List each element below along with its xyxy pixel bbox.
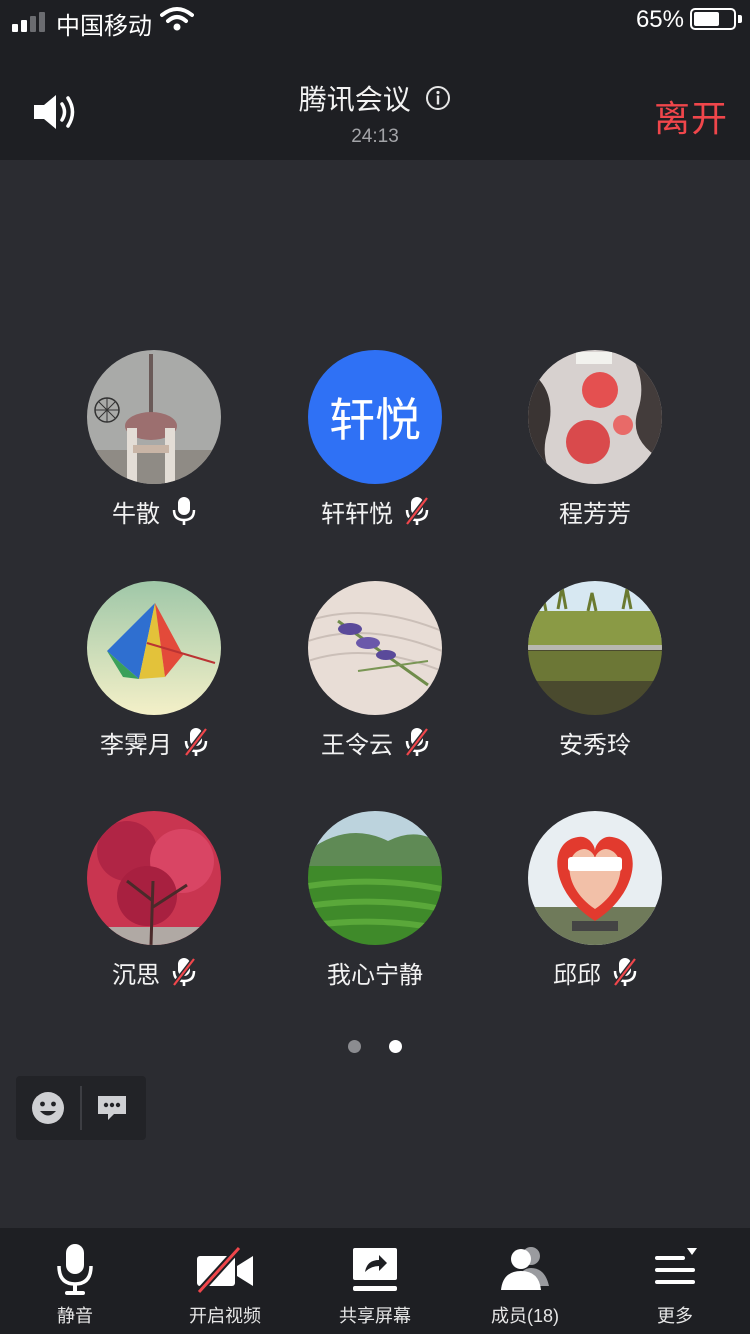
page-dot-2[interactable] — [389, 1040, 403, 1053]
participant-tile[interactable]: 李霁月 — [34, 581, 274, 781]
video-off-icon — [196, 1245, 253, 1295]
participant-tile[interactable]: 邱邱 — [475, 811, 715, 1011]
participant-tile[interactable]: 王令云 — [255, 581, 495, 781]
participant-name: 牛散 — [112, 500, 160, 528]
participant-name-row: 轩轩悦 — [255, 494, 495, 528]
participant-name-row: 安秀玲 — [475, 725, 715, 759]
microphone-muted-icon — [405, 496, 429, 526]
divider — [80, 1086, 82, 1130]
mute-label: 静音 — [57, 1306, 93, 1326]
avatar — [308, 581, 442, 715]
participant-name: 轩轩悦 — [321, 500, 393, 528]
participant-tile[interactable]: 牛散 — [34, 350, 274, 550]
microphone-muted-icon — [172, 957, 196, 987]
participant-tile[interactable]: 轩悦 轩轩悦 — [255, 350, 495, 550]
lake-photo — [528, 581, 662, 715]
status-bar: 中国移动 65% — [0, 0, 750, 40]
cellular-signal-icon — [12, 10, 46, 32]
meeting-header: 腾讯会议 24:13 离开 — [0, 40, 750, 160]
avatar — [87, 350, 221, 484]
microphone-muted-icon — [613, 957, 637, 987]
participant-name-row: 邱邱 — [475, 955, 715, 989]
avatar — [528, 811, 662, 945]
participant-name: 王令云 — [321, 731, 393, 759]
meeting-title-row: 腾讯会议 — [0, 78, 750, 118]
avatar — [308, 811, 442, 945]
battery-icon — [690, 8, 736, 30]
participant-name: 安秀玲 — [559, 731, 631, 759]
meeting-toolbar: 静音 开启视频 共享屏幕 成员(18) 更多 — [0, 1228, 750, 1334]
participant-name: 沉思 — [112, 961, 160, 989]
red-tree-photo — [87, 811, 221, 945]
share-screen-icon — [353, 1248, 397, 1291]
participant-name-row: 牛散 — [34, 494, 274, 528]
page-dot-1[interactable] — [347, 1040, 361, 1053]
sculpture-photo — [528, 811, 662, 945]
emoji-icon[interactable] — [31, 1091, 65, 1125]
participant-name-row: 王令云 — [255, 725, 495, 759]
participant-name-row: 程芳芳 — [475, 494, 715, 528]
more-label: 更多 — [657, 1306, 693, 1326]
share-screen-label: 共享屏幕 — [339, 1306, 411, 1326]
tower-photo — [87, 350, 221, 484]
avatar-initials: 轩悦 — [308, 350, 442, 484]
participant-tile[interactable]: 我心宁静 — [255, 811, 495, 1011]
participant-tile[interactable]: 沉思 — [34, 811, 274, 1011]
start-video-label: 开启视频 — [189, 1306, 261, 1326]
microphone-on-icon — [172, 497, 196, 525]
avatar: 轩悦 — [308, 350, 442, 484]
meeting-title: 腾讯会议 — [298, 84, 411, 115]
tea-field-photo — [308, 811, 442, 945]
fabric-photo — [528, 350, 662, 484]
microphone-muted-icon — [405, 727, 429, 757]
lavender-photo — [308, 581, 442, 715]
battery-nub — [738, 15, 742, 23]
avatar — [528, 350, 662, 484]
participant-name-row: 我心宁静 — [255, 955, 495, 989]
mute-button[interactable]: 静音 — [0, 1228, 150, 1334]
info-icon[interactable] — [425, 85, 451, 111]
participant-grid: 牛散 轩悦 轩轩悦 程芳芳 李霁月 王令云 安秀玲 沉思 我心宁静 邱邱 — [0, 350, 750, 1010]
more-button[interactable]: 更多 — [600, 1228, 750, 1334]
meeting-timer: 24:13 — [351, 126, 399, 147]
members-label: 成员(18) — [490, 1306, 559, 1326]
participant-name: 李霁月 — [100, 731, 172, 759]
participant-tile[interactable]: 安秀玲 — [475, 581, 715, 781]
microphone-muted-icon — [184, 727, 208, 757]
wifi-icon — [160, 7, 194, 31]
members-icon — [501, 1247, 549, 1290]
participant-name: 邱邱 — [553, 961, 601, 989]
battery-fill — [694, 12, 719, 26]
participant-tile[interactable]: 程芳芳 — [475, 350, 715, 550]
members-button[interactable]: 成员(18) — [450, 1228, 600, 1334]
carrier-name: 中国移动 — [56, 13, 152, 40]
chat-bubble-icon[interactable] — [96, 1092, 128, 1124]
start-video-button[interactable]: 开启视频 — [150, 1228, 300, 1334]
participant-name: 我心宁静 — [327, 961, 423, 989]
battery-percent: 65% — [635, 6, 684, 33]
umbrella-photo — [87, 581, 221, 715]
leave-button[interactable]: 离开 — [654, 90, 728, 142]
avatar — [528, 581, 662, 715]
participant-name-row: 李霁月 — [34, 725, 274, 759]
microphone-icon — [57, 1244, 93, 1295]
avatar — [87, 581, 221, 715]
share-screen-button[interactable]: 共享屏幕 — [300, 1228, 450, 1334]
participant-name-row: 沉思 — [34, 955, 274, 989]
more-menu-icon — [655, 1248, 697, 1284]
avatar — [87, 811, 221, 945]
chat-controls — [16, 1076, 146, 1140]
page-indicator[interactable] — [0, 1040, 750, 1058]
participant-name: 程芳芳 — [559, 500, 631, 528]
